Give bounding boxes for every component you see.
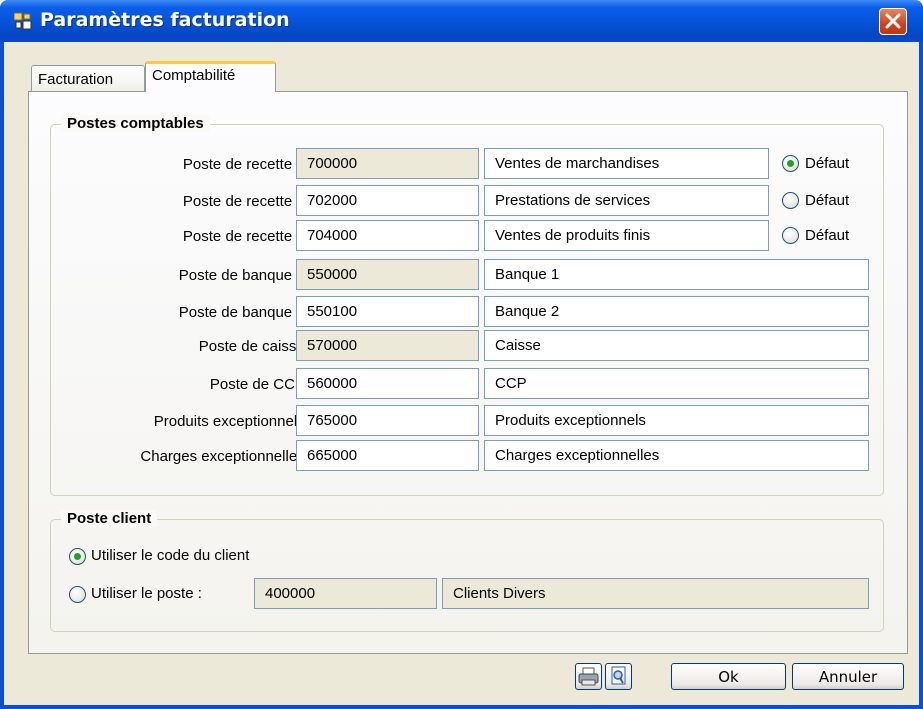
field-poste-banque-1-description[interactable]: Banque 1 bbox=[484, 259, 869, 290]
label-poste-banque-1: Poste de banque 1 : bbox=[178, 267, 313, 284]
radio-utiliser-code-client-label: Utiliser le code du client bbox=[91, 547, 250, 564]
field-poste-ccp-description[interactable]: CCP bbox=[484, 368, 869, 399]
field-produits-exceptionnels-code[interactable]: 765000 bbox=[296, 405, 479, 436]
field-poste-banque-2-description[interactable]: Banque 2 bbox=[484, 296, 869, 327]
cancel-button[interactable]: Annuler bbox=[792, 663, 904, 690]
tab-comptabilite[interactable]: Comptabilité bbox=[145, 61, 276, 92]
field-charges-exceptionnelles-description[interactable]: Charges exceptionnelles bbox=[484, 440, 869, 471]
field-poste-ccp-code[interactable]: 560000 bbox=[296, 368, 479, 399]
field-poste-client-code[interactable]: 400000 bbox=[254, 578, 437, 609]
field-poste-recette-3-description[interactable]: Ventes de produits finis bbox=[484, 220, 769, 251]
radio-defaut-recette-1-label: Défaut bbox=[805, 155, 850, 172]
field-charges-exceptionnelles-code[interactable]: 665000 bbox=[296, 440, 479, 471]
print-button[interactable] bbox=[575, 663, 602, 690]
radio-defaut-recette-2[interactable] bbox=[782, 192, 799, 209]
field-produits-exceptionnels-description[interactable]: Produits exceptionnels bbox=[484, 405, 869, 436]
radio-defaut-recette-3[interactable] bbox=[782, 227, 799, 244]
accounting-app-icon bbox=[13, 12, 32, 30]
group-poste-client-legend: Poste client bbox=[61, 510, 158, 527]
field-poste-client-description[interactable]: Clients Divers bbox=[442, 578, 869, 609]
dialog-window: Paramètres facturation Facturation Compt… bbox=[0, 0, 923, 709]
print-preview-button[interactable] bbox=[605, 663, 632, 690]
printer-icon bbox=[578, 667, 599, 686]
field-poste-caisse-code[interactable]: 570000 bbox=[296, 330, 479, 361]
field-poste-recette-3-code[interactable]: 704000 bbox=[296, 220, 479, 251]
group-postes-comptables-legend: Postes comptables bbox=[61, 115, 210, 132]
field-poste-banque-1-code[interactable]: 550000 bbox=[296, 259, 479, 290]
dialog-client-area: Facturation Comptabilité Postes comptabl… bbox=[4, 42, 919, 705]
cancel-button-label: Annuler bbox=[818, 668, 878, 686]
title-bar[interactable]: Paramètres facturation bbox=[0, 0, 923, 42]
field-poste-caisse-description[interactable]: Caisse bbox=[484, 330, 869, 361]
field-poste-recette-1-description[interactable]: Ventes de marchandises bbox=[484, 148, 769, 179]
print-preview-icon bbox=[611, 666, 626, 685]
field-poste-recette-1-code[interactable]: 700000 bbox=[296, 148, 479, 179]
group-postes-comptables: Postes comptables Poste de recette 1 : 7… bbox=[50, 115, 884, 496]
radio-utiliser-code-client[interactable] bbox=[69, 548, 86, 565]
window-title: Paramètres facturation bbox=[40, 9, 290, 31]
label-charges-exceptionnelles: Charges exceptionnelles : bbox=[140, 448, 313, 465]
label-poste-banque-2: Poste de banque 2 : bbox=[178, 304, 313, 321]
tab-facturation-label: Facturation bbox=[38, 71, 114, 88]
radio-defaut-recette-2-label: Défaut bbox=[805, 192, 850, 209]
close-icon bbox=[885, 13, 901, 29]
label-produits-exceptionnels: Produits exceptionnels : bbox=[153, 413, 313, 430]
ok-button[interactable]: Ok bbox=[671, 663, 786, 690]
field-poste-banque-2-code[interactable]: 550100 bbox=[296, 296, 479, 327]
ok-button-label: Ok bbox=[718, 668, 739, 686]
radio-utiliser-poste[interactable] bbox=[69, 586, 86, 603]
group-poste-client: Poste client Utiliser le code du client … bbox=[50, 510, 884, 632]
radio-defaut-recette-3-label: Défaut bbox=[805, 227, 850, 244]
label-poste-recette-3: Poste de recette 3 : bbox=[182, 228, 313, 245]
field-poste-recette-2-description[interactable]: Prestations de services bbox=[484, 185, 769, 216]
radio-utiliser-poste-label: Utiliser le poste : bbox=[91, 585, 202, 602]
close-button[interactable] bbox=[879, 8, 907, 35]
tab-facturation[interactable]: Facturation bbox=[31, 65, 145, 91]
label-poste-recette-2: Poste de recette 2 : bbox=[182, 193, 313, 210]
label-poste-recette-1: Poste de recette 1 : bbox=[182, 156, 313, 173]
tab-panel-comptabilite: Postes comptables Poste de recette 1 : 7… bbox=[28, 91, 908, 654]
tab-comptabilite-label: Comptabilité bbox=[152, 67, 236, 84]
radio-defaut-recette-1[interactable] bbox=[782, 155, 799, 172]
field-poste-recette-2-code[interactable]: 702000 bbox=[296, 185, 479, 216]
